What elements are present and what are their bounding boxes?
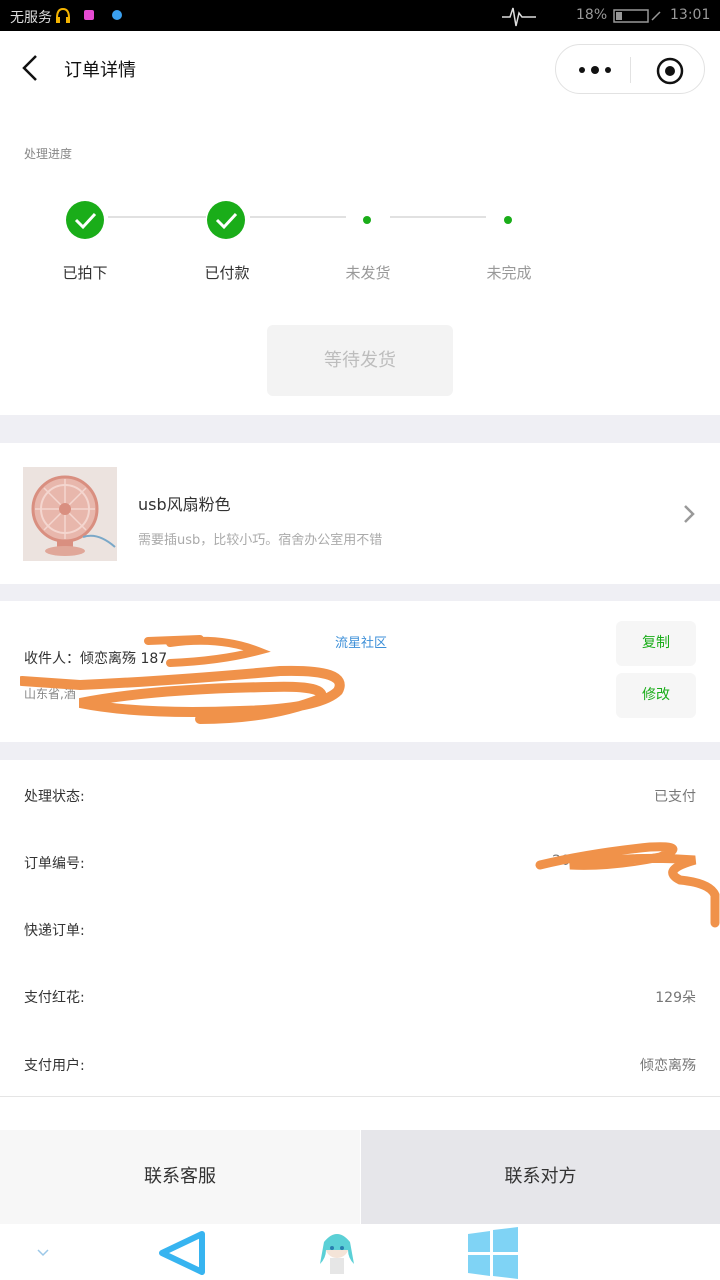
check-circle-icon [66, 201, 104, 239]
pending-dot-icon [504, 216, 512, 224]
section-divider [0, 415, 720, 443]
capsule-divider [630, 57, 631, 83]
contact-service-button[interactable]: 联系客服 [0, 1130, 360, 1224]
headset-icon [56, 7, 70, 23]
more-dots-icon[interactable] [578, 63, 612, 77]
receiver-text: 收件人：倾恋离殇 187 [24, 651, 168, 667]
check-circle-icon [207, 201, 245, 239]
chevron-right-icon [684, 505, 695, 523]
windows-recent-icon[interactable] [466, 1226, 520, 1280]
address-text: 山东省,酒 [24, 687, 76, 701]
fan-image [23, 467, 117, 561]
bottom-action-bar: 联系客服 联系对方 [0, 1130, 720, 1224]
info-row-value: 已支付 [654, 789, 696, 805]
step-label: 已拍下 [62, 264, 108, 282]
battery-percent: 18% [576, 7, 608, 23]
message-notification-icon [112, 10, 122, 20]
watermark-text: 流星社区 [335, 636, 388, 651]
nav-bar: 订单详情 [0, 31, 720, 106]
carrier-label: 无服务 [10, 10, 52, 26]
clock: 13:01 [670, 7, 711, 23]
info-row-value: 20 [552, 853, 570, 869]
info-row-label: 处理状态: [24, 789, 85, 805]
menu-capsule [555, 44, 705, 94]
step-label: 已付款 [204, 264, 250, 282]
status-bar: 无服务 18% 13:01 [0, 0, 720, 31]
close-target-icon[interactable] [655, 56, 685, 86]
back-triangle-icon[interactable] [158, 1230, 206, 1276]
system-nav-bar [0, 1224, 720, 1280]
product-thumbnail [23, 467, 117, 561]
info-row-label: 支付用户: [24, 1058, 85, 1074]
step-label: 未发货 [345, 264, 391, 282]
page-title: 订单详情 [64, 60, 136, 81]
battery-icon [613, 9, 661, 23]
order-info-list: 处理状态: 已支付 订单编号: 20 快递订单: 支付红花: 129朵 支付用户… [0, 760, 720, 1097]
progress-label: 处理进度 [24, 147, 73, 161]
redaction-scribble [20, 635, 345, 724]
info-row-value: 倾恋离殇 [640, 1058, 696, 1074]
section-divider [0, 584, 720, 601]
chevron-down-icon[interactable] [36, 1248, 50, 1258]
product-name: usb风扇粉色 [138, 495, 231, 514]
copy-button[interactable]: 复制 [616, 621, 696, 666]
progress-line [108, 216, 206, 218]
back-arrow-icon[interactable] [18, 53, 46, 83]
redaction-scribble [535, 842, 720, 928]
signal-activity-icon [502, 7, 536, 27]
home-mascot-icon[interactable] [314, 1228, 360, 1278]
edit-button[interactable]: 修改 [616, 673, 696, 718]
pending-dot-icon [363, 216, 371, 224]
section-divider [0, 742, 720, 760]
address-card: 收件人：倾恋离殇 187 山东省,酒 流星社区 复制 修改 [0, 601, 720, 742]
info-row-label: 快递订单: [24, 923, 85, 939]
contact-other-button[interactable]: 联系对方 [361, 1130, 720, 1224]
product-card[interactable]: usb风扇粉色 需要插usb，比较小巧。宿舍办公室用不错 [0, 443, 720, 584]
progress-line [250, 216, 346, 218]
progress-line [390, 216, 486, 218]
info-row-label: 支付红花: [24, 990, 85, 1006]
info-row-label: 订单编号: [24, 856, 85, 872]
order-status-button[interactable]: 等待发货 [267, 325, 453, 396]
app-notification-icon [84, 10, 94, 20]
product-description: 需要插usb，比较小巧。宿舍办公室用不错 [138, 533, 383, 548]
step-label: 未完成 [486, 264, 532, 282]
info-row-value: 129朵 [655, 990, 696, 1006]
